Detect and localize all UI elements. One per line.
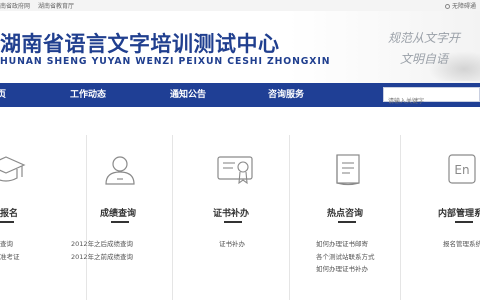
title-underline <box>455 221 473 223</box>
accessibility-label: 无障碍通 <box>451 3 476 10</box>
link[interactable]: 各个测试站联系方式 <box>316 251 375 264</box>
edu-dept-link[interactable]: 湖南省教育厅 <box>38 3 74 10</box>
column-links: 报名管理系统 <box>443 238 480 251</box>
user-icon <box>100 153 140 187</box>
column-title: 证书补办 <box>213 209 250 219</box>
document-icon <box>328 153 368 187</box>
nav-home[interactable]: 页 <box>0 83 6 107</box>
column-links: 如何办理证书邮寄 各个测试站联系方式 如何办理证书补办 <box>316 238 375 276</box>
title-underline <box>338 221 356 223</box>
column-links: 2012年之后成绩查询 2012年之前成绩查询 <box>71 238 133 263</box>
link[interactable]: 证书补办 <box>219 238 245 251</box>
svg-text:En: En <box>454 163 469 177</box>
accessibility-icon <box>444 4 450 9</box>
gov-link[interactable]: 南省政府网 <box>0 3 30 10</box>
link[interactable]: 2012年之前成绩查询 <box>71 251 133 264</box>
column-title: 热点咨询 <box>327 209 364 219</box>
column-title: 成绩查询 <box>100 209 137 219</box>
link[interactable]: 2012年之后成绩查询 <box>71 238 133 251</box>
site-title[interactable]: 湖南省语言文字培训测试中心 <box>0 28 280 58</box>
top-links: 南省政府网 湖南省教育厅 <box>0 1 80 10</box>
title-underline <box>224 221 242 223</box>
nav-notices[interactable]: 通知公告 <box>170 83 206 107</box>
column-links: 查询 准考证 <box>0 238 20 263</box>
site-title-pinyin: HUNAN SHENG YUYAN WENZI PEIXUN CESHI ZHO… <box>0 56 331 67</box>
title-underline <box>0 221 14 223</box>
column-hot-topics[interactable]: 热点咨询 如何办理证书邮寄 各个测试站联系方式 如何办理证书补办 <box>290 123 401 300</box>
title-underline <box>111 221 129 223</box>
graduation-cap-icon <box>0 153 26 187</box>
accessibility-link[interactable]: 无障碍通 <box>444 1 476 10</box>
column-title: 报名 <box>0 209 19 219</box>
slogan-line-2: 文明自语 <box>400 52 449 66</box>
link[interactable]: 如何办理证书邮寄 <box>316 238 375 251</box>
nav-consulting[interactable]: 咨询服务 <box>268 83 304 107</box>
certificate-icon <box>215 153 255 187</box>
site-header: 湖南省语言文字培训测试中心 HUNAN SHENG YUYAN WENZI PE… <box>0 11 480 83</box>
column-title: 内部管理系 <box>438 209 480 219</box>
slogan-line-1: 规范从文字开 <box>388 31 461 45</box>
link[interactable]: 准考证 <box>0 251 20 264</box>
column-internal-system[interactable]: En 内部管理系 报名管理系统 <box>401 123 480 300</box>
en-box-icon: En <box>441 153 480 187</box>
column-certificate[interactable]: 证书补办 证书补办 <box>173 123 290 300</box>
link[interactable]: 查询 <box>0 238 20 251</box>
column-score-query[interactable]: 成绩查询 2012年之后成绩查询 2012年之前成绩查询 <box>71 123 173 300</box>
column-links: 证书补办 <box>219 238 245 251</box>
search-input[interactable] <box>384 95 478 108</box>
nav-work-news[interactable]: 工作动态 <box>70 83 106 107</box>
link[interactable]: 报名管理系统 <box>443 238 480 251</box>
search-box <box>383 87 480 108</box>
service-panel: 报名 查询 准考证 成绩查询 2012年之后成绩查询 2012年之前成绩查询 证… <box>0 107 480 300</box>
column-registration[interactable]: 报名 查询 准考证 <box>0 123 87 300</box>
link[interactable]: 如何办理证书补办 <box>316 263 375 276</box>
